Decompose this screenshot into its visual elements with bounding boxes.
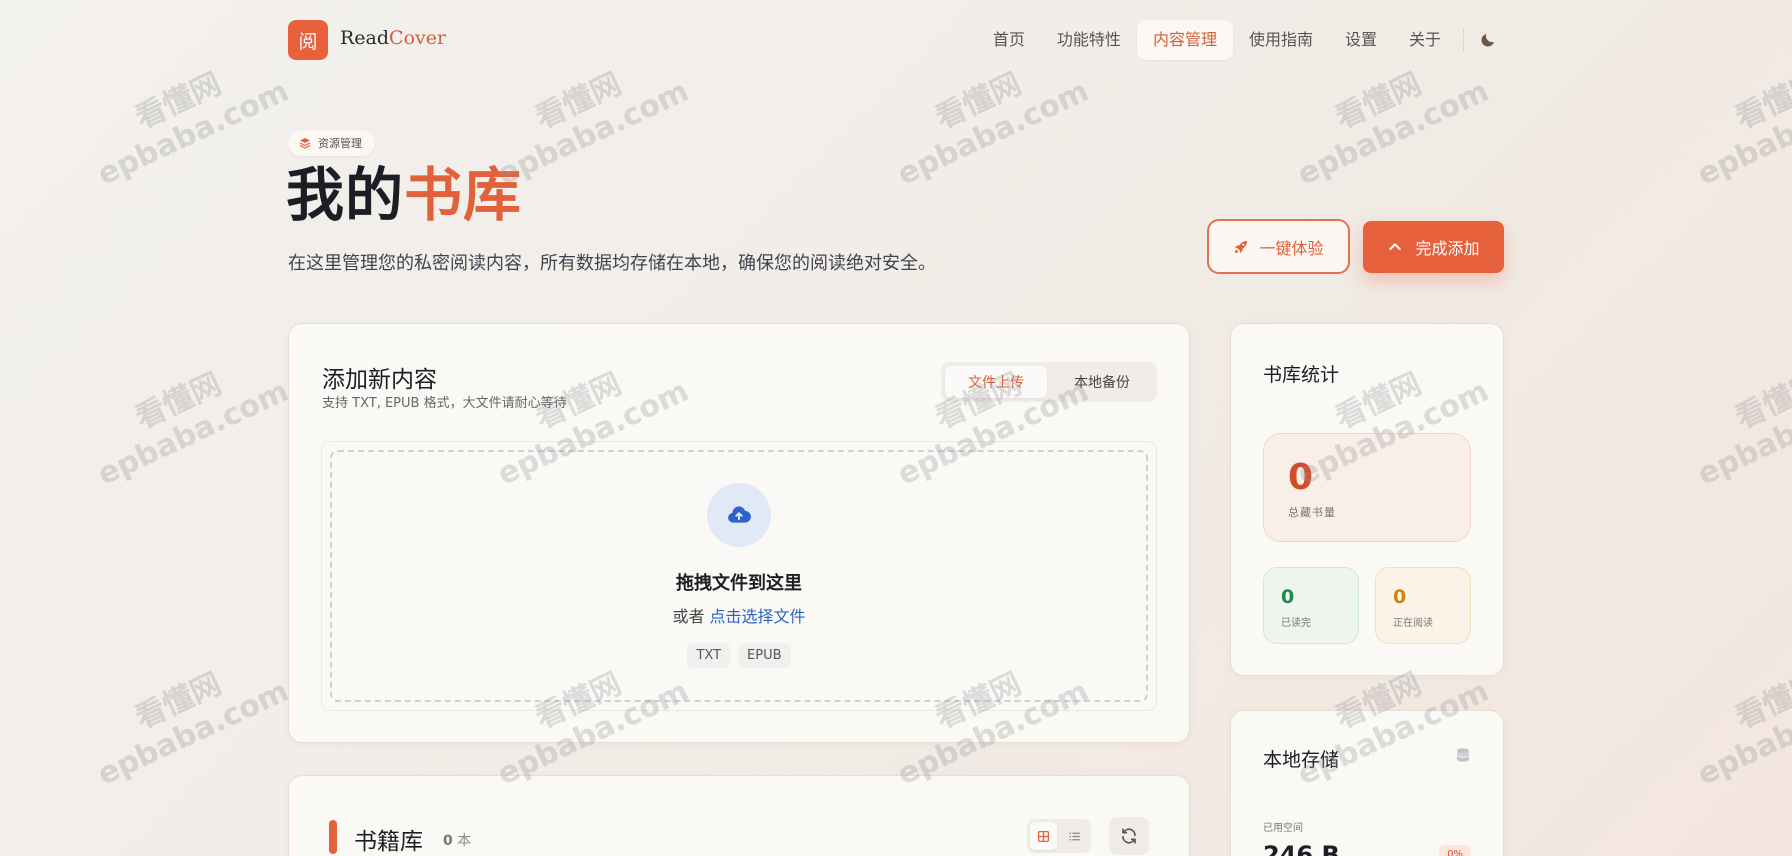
or-text: 或者 [672,607,705,626]
refresh-icon [1122,828,1136,844]
brand-name-part2: Cover [389,27,447,49]
watermark: 看懂网 epbaba.com [92,666,294,793]
page-title-part1: 我的 [286,161,405,229]
tab-file-upload[interactable]: 文件上传 [945,366,1047,398]
used-space-label: 已用空间 [1263,823,1303,834]
add-content-subtitle: 支持 TXT, EPUB 格式，大文件请耐心等待 [322,396,567,411]
drop-files-title: 拖拽文件到这里 [676,573,802,594]
book-library-card: 书籍库 0 本 [288,775,1190,856]
one-click-demo-label: 一键体验 [1259,238,1324,258]
watermark: 看懂网 epbaba.com [92,66,294,193]
nav-about[interactable]: 关于 [1393,20,1457,60]
page-title: 我的书库 [286,161,523,229]
watermark: 看懂网 epbaba.com [1692,66,1792,193]
finish-adding-button[interactable]: 完成添加 [1363,221,1504,273]
storage-title: 本地存储 [1263,749,1340,771]
library-count-number: 0 [443,833,453,849]
upload-icon-circle [707,483,771,547]
format-tags: TXT EPUB [332,643,1146,668]
total-books-value: 0 [1288,457,1314,498]
page-subtitle: 在这里管理您的私密阅读内容，所有数据均存储在本地，确保您的阅读绝对安全。 [288,253,936,274]
total-books-stat: 0 总藏书量 [1263,433,1471,542]
brand-name-part1: Read [340,27,390,49]
layers-icon [299,138,311,149]
list-view-button[interactable] [1061,822,1088,850]
nav-divider [1463,28,1464,52]
watermark: 看懂网 epbaba.com [1292,66,1494,193]
section-badge-label: 资源管理 [318,137,362,150]
one-click-demo-button[interactable]: 一键体验 [1207,219,1350,274]
database-icon [1457,748,1469,762]
total-books-label: 总藏书量 [1288,506,1336,519]
dark-mode-toggle[interactable] [1472,24,1504,56]
upload-mode-tabs: 文件上传 本地备份 [941,362,1157,402]
storage-usage-badge: 0% [1439,845,1471,856]
rocket-icon [1235,240,1248,253]
finish-adding-label: 完成添加 [1415,239,1480,258]
library-stats-card: 书库统计 0 总藏书量 0 已读完 0 正在阅读 [1230,323,1504,676]
tab-local-backup[interactable]: 本地备份 [1051,366,1153,398]
finished-books-stat: 0 已读完 [1263,567,1359,644]
library-count: 0 本 [443,830,471,850]
stats-title: 书库统计 [1263,364,1340,386]
finished-books-label: 已读完 [1281,618,1311,629]
file-dropzone[interactable]: 拖拽文件到这里 或者 点击选择文件 TXT EPUB [330,450,1148,702]
logo-icon[interactable]: 阅 [288,20,328,60]
grid-view-button[interactable] [1030,822,1057,850]
watermark: 看懂网 epbaba.com [892,66,1094,193]
view-mode-switch [1027,819,1091,853]
add-content-title: 添加新内容 [322,367,437,393]
list-icon [1069,831,1080,841]
used-space-value: 246 B [1263,841,1340,856]
nav-features[interactable]: 功能特性 [1041,20,1137,60]
nav-guide[interactable]: 使用指南 [1233,20,1329,60]
select-file-line: 或者 点击选择文件 [332,603,1146,627]
nav-home[interactable]: 首页 [977,20,1041,60]
chevron-up-icon [1389,243,1402,250]
library-title: 书籍库 [354,829,423,855]
reading-books-label: 正在阅读 [1393,618,1433,629]
brand-name[interactable]: ReadCover [340,27,446,49]
watermark: 看懂网 epbaba.com [1692,366,1792,493]
local-storage-card: 本地存储 已用空间 246 B 0% [1230,710,1504,856]
cloud-upload-icon [728,506,751,523]
section-badge: 资源管理 [288,130,375,156]
reading-books-stat: 0 正在阅读 [1375,567,1471,644]
watermark: 看懂网 epbaba.com [92,366,294,493]
moon-icon [1481,34,1494,47]
nav-settings[interactable]: 设置 [1329,20,1393,60]
top-navbar: 阅 ReadCover 首页 功能特性 内容管理 使用指南 设置 关于 [288,20,1504,60]
library-accent-bar [329,820,337,854]
finished-books-value: 0 [1281,586,1295,608]
main-nav: 首页 功能特性 内容管理 使用指南 设置 关于 [977,20,1504,60]
watermark: 看懂网 epbaba.com [1692,666,1792,793]
nav-content-management[interactable]: 内容管理 [1136,20,1233,60]
select-file-link[interactable]: 点击选择文件 [710,607,806,626]
format-tag-epub: EPUB [738,643,791,668]
library-count-unit: 本 [457,833,472,849]
add-content-card: 添加新内容 支持 TXT, EPUB 格式，大文件请耐心等待 文件上传 本地备份… [288,323,1190,743]
dropzone-wrapper: 拖拽文件到这里 或者 点击选择文件 TXT EPUB [321,441,1157,711]
grid-icon [1037,830,1050,842]
refresh-button[interactable] [1109,817,1149,855]
format-tag-txt: TXT [687,643,731,668]
page-title-part2: 书库 [404,161,523,229]
reading-books-value: 0 [1393,586,1407,608]
